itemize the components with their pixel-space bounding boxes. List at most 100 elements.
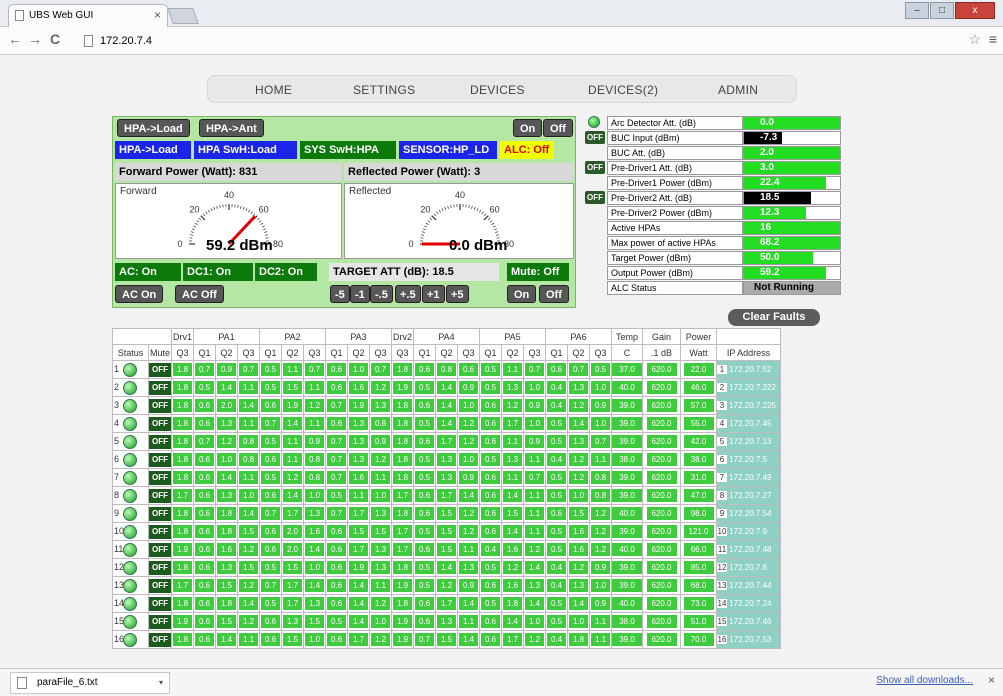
gauge-label: 60 xyxy=(490,204,500,214)
address-bar[interactable]: 172.20.7.4 xyxy=(82,31,962,51)
value-cell: 1.2 xyxy=(589,540,612,559)
status-led-icon[interactable] xyxy=(123,416,137,431)
value-cell: 1.3 xyxy=(215,414,238,433)
mute-toggle[interactable]: OFF xyxy=(149,560,171,575)
mute-toggle[interactable]: OFF xyxy=(149,416,171,431)
status-led-icon[interactable] xyxy=(123,434,137,449)
new-tab-button[interactable] xyxy=(167,8,199,24)
value-text: 0.6 xyxy=(195,561,214,574)
close-download-bar-icon[interactable]: × xyxy=(988,673,995,687)
mute-toggle[interactable]: OFF xyxy=(149,614,171,629)
ac-on-button[interactable]: AC On xyxy=(115,285,164,303)
status-led-icon[interactable] xyxy=(123,506,137,521)
value-cell: 1.7 xyxy=(391,522,414,541)
value-cell: 0.7 xyxy=(259,504,282,523)
value-cell: 1.1 xyxy=(589,630,612,649)
table-row: 6 OFF 1.8 0.6 1.0 0.8 0.6 1.1 0.8 0.7 1.3 1.2 1.8 0.5… xyxy=(112,450,781,469)
value-text: 1.8 xyxy=(393,435,412,448)
off-toggle[interactable]: OFF xyxy=(585,191,605,204)
ip-address: 172.20.7.53 xyxy=(729,635,772,644)
mute-on-button[interactable]: On xyxy=(507,285,537,303)
mute-toggle[interactable]: OFF xyxy=(149,452,171,467)
status-led-icon[interactable] xyxy=(123,596,137,611)
on-button[interactable]: On xyxy=(513,119,543,137)
value-cell: 1.4 xyxy=(435,558,458,577)
gauge-tick xyxy=(427,220,431,223)
ip-row-number: 16 xyxy=(717,635,727,644)
nav-devices-2[interactable]: DEVICES(2) xyxy=(588,83,658,97)
value-cell: 1.4 xyxy=(501,612,524,631)
step-plus-5-button[interactable]: +5 xyxy=(446,285,469,303)
status-led-icon[interactable] xyxy=(123,614,137,629)
forward-icon[interactable]: → xyxy=(28,31,42,47)
tab-close-icon[interactable]: × xyxy=(154,5,161,26)
minimize-icon[interactable]: – xyxy=(905,2,929,19)
nav-home[interactable]: HOME xyxy=(255,83,292,97)
bookmark-star-icon[interactable]: ☆ xyxy=(968,31,981,48)
step-minus-5-button[interactable]: -5 xyxy=(330,285,350,303)
value-text: 40.0 xyxy=(612,543,642,556)
mute-toggle[interactable]: OFF xyxy=(149,434,171,449)
chevron-down-icon[interactable]: ▾ xyxy=(159,673,163,693)
value-text: 0.6 xyxy=(415,543,434,556)
step-minus-half-button[interactable]: -.5 xyxy=(370,285,393,303)
close-icon[interactable]: x xyxy=(955,2,995,19)
status-led-icon[interactable] xyxy=(123,470,137,485)
nav-settings[interactable]: SETTINGS xyxy=(353,83,415,97)
back-icon[interactable]: ← xyxy=(8,31,22,47)
gauge-tick xyxy=(494,228,498,231)
mute-off-button[interactable]: Off xyxy=(539,285,569,303)
status-led-icon[interactable] xyxy=(123,560,137,575)
status-led-icon[interactable] xyxy=(123,578,137,593)
status-led-icon[interactable] xyxy=(123,452,137,467)
status-led-icon[interactable] xyxy=(123,542,137,557)
value-cell: 1.8 xyxy=(171,630,194,649)
nav-devices[interactable]: DEVICES xyxy=(470,83,525,97)
step-plus-1-button[interactable]: +1 xyxy=(422,285,445,303)
show-all-downloads-link[interactable]: Show all downloads... xyxy=(876,675,973,686)
status-led-icon[interactable] xyxy=(123,524,137,539)
value-cell: 0.6 xyxy=(479,576,502,595)
mute-toggle[interactable]: OFF xyxy=(149,524,171,539)
browser-tab[interactable]: UBS Web GUI × xyxy=(8,4,168,27)
status-led-icon[interactable] xyxy=(123,488,137,503)
value-text: 0.8 xyxy=(591,489,610,502)
hpa-ant-button[interactable]: HPA->Ant xyxy=(199,119,264,137)
step-minus-1-button[interactable]: -1 xyxy=(350,285,370,303)
mute-toggle[interactable]: OFF xyxy=(149,470,171,485)
status-led-icon[interactable] xyxy=(123,362,137,377)
ac-off-button[interactable]: AC Off xyxy=(175,285,224,303)
value-cell: 0.7 xyxy=(523,360,546,379)
off-button[interactable]: Off xyxy=(543,119,573,137)
nav-admin[interactable]: ADMIN xyxy=(718,83,758,97)
step-plus-half-button[interactable]: +.5 xyxy=(395,285,421,303)
ip-cell: 2 172.20.7.222 xyxy=(716,378,781,397)
hpa-load-button[interactable]: HPA->Load xyxy=(117,119,190,137)
clear-faults-button[interactable]: Clear Faults xyxy=(728,309,820,326)
mute-toggle[interactable]: OFF xyxy=(149,506,171,521)
value-text: 0.7 xyxy=(591,435,610,448)
value-cell: 1.5 xyxy=(303,612,326,631)
off-toggle[interactable]: OFF xyxy=(585,131,605,144)
mute-toggle[interactable]: OFF xyxy=(149,542,171,557)
download-item[interactable]: paraFile_6.txt ▾ xyxy=(10,672,170,694)
off-toggle[interactable]: OFF xyxy=(585,161,605,174)
browser-menu-icon[interactable]: ≡ xyxy=(989,31,997,47)
mute-toggle[interactable]: OFF xyxy=(149,380,171,395)
mute-toggle[interactable]: OFF xyxy=(149,362,171,377)
value-text: 1.0 xyxy=(217,453,236,466)
maximize-icon[interactable]: □ xyxy=(930,2,954,19)
row-number: 12 xyxy=(114,561,125,572)
mute-toggle[interactable]: OFF xyxy=(149,488,171,503)
value-cell: 620.0 xyxy=(642,432,681,451)
status-led-icon[interactable] xyxy=(123,380,137,395)
mute-toggle[interactable]: OFF xyxy=(149,632,171,647)
mute-toggle[interactable]: OFF xyxy=(149,596,171,611)
mute-toggle[interactable]: OFF xyxy=(149,398,171,413)
value-cell: 1.8 xyxy=(391,432,414,451)
status-led-icon[interactable] xyxy=(123,398,137,413)
mute-toggle[interactable]: OFF xyxy=(149,578,171,593)
reload-icon[interactable]: C xyxy=(50,31,60,47)
value-cell: 1.7 xyxy=(501,630,524,649)
status-led-icon[interactable] xyxy=(123,632,137,647)
